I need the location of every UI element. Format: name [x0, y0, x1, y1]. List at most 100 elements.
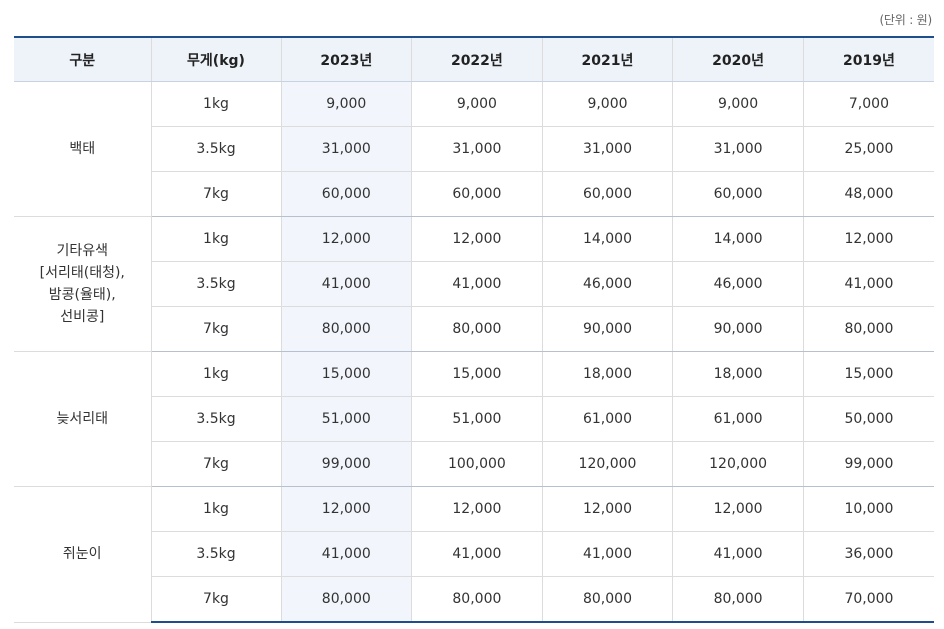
- table-row: 백태 1kg 9,000 9,000 9,000 9,000 7,000: [14, 81, 934, 217]
- price-cell-2022: 80,000: [411, 576, 543, 623]
- price-table: 구분 무게(kg) 2023년 2022년 2021년 2020년 2019년 …: [14, 36, 934, 623]
- price-cell-2023: 41,000: [280, 261, 412, 307]
- price-cell-2020: 14,000: [672, 216, 804, 262]
- category-cell: 백태: [14, 81, 151, 217]
- table-row: 7kg 99,000 100,000 120,000 120,000 99,00…: [14, 441, 934, 487]
- category-label: 기타유색: [56, 243, 109, 259]
- price-cell-2019: 25,000: [802, 126, 934, 172]
- category-label: [서리태(태청),: [39, 265, 125, 281]
- price-cell-2019: 10,000: [802, 486, 934, 532]
- price-cell-2019: 70,000: [802, 576, 934, 623]
- price-cell-2022: 51,000: [411, 396, 543, 442]
- price-cell-2020: 90,000: [672, 306, 804, 352]
- price-cell-2020: 9,000: [672, 81, 804, 127]
- price-cell-2021: 14,000: [541, 216, 673, 262]
- price-cell-2019: 41,000: [802, 261, 934, 307]
- table-body: 백태 1kg 9,000 9,000 9,000 9,000 7,000 3.5…: [14, 81, 934, 623]
- price-cell-2023: 12,000: [280, 216, 412, 262]
- category-label: 밤콩(율태),: [48, 287, 116, 303]
- price-cell-2023: 99,000: [280, 441, 412, 487]
- price-cell-2020: 120,000: [672, 441, 804, 487]
- weight-cell: 3.5kg: [150, 531, 281, 577]
- price-cell-2023: 31,000: [280, 126, 412, 172]
- table-row: 3.5kg 41,000 41,000 46,000 46,000 41,000: [14, 261, 934, 307]
- category-cell: 늦서리태: [14, 351, 151, 487]
- price-cell-2023: 80,000: [280, 576, 412, 623]
- price-cell-2022: 9,000: [411, 81, 543, 127]
- price-cell-2023: 80,000: [280, 306, 412, 352]
- price-cell-2019: 36,000: [802, 531, 934, 577]
- price-cell-2020: 31,000: [672, 126, 804, 172]
- price-cell-2023: 60,000: [280, 171, 412, 217]
- weight-cell: 7kg: [150, 576, 281, 623]
- category-label: 쥐눈이: [62, 546, 102, 563]
- category-label: 늦서리태: [56, 411, 109, 427]
- price-cell-2021: 90,000: [541, 306, 673, 352]
- unit-note: (단위 : 원): [879, 13, 932, 27]
- price-cell-2022: 100,000: [411, 441, 543, 487]
- price-cell-2020: 12,000: [672, 486, 804, 532]
- price-cell-2023: 15,000: [280, 351, 412, 397]
- weight-cell: 3.5kg: [150, 396, 281, 442]
- category-label: 선비콩]: [60, 309, 105, 325]
- price-cell-2022: 12,000: [411, 216, 543, 262]
- price-cell-2021: 41,000: [541, 531, 673, 577]
- table-row: 3.5kg 41,000 41,000 41,000 41,000 36,000: [14, 531, 934, 577]
- price-cell-2021: 46,000: [541, 261, 673, 307]
- price-cell-2021: 60,000: [541, 171, 673, 217]
- price-cell-2023: 9,000: [280, 81, 412, 127]
- column-header-2019: 2019년: [802, 36, 934, 82]
- price-cell-2021: 18,000: [541, 351, 673, 397]
- price-cell-2019: 80,000: [802, 306, 934, 352]
- price-cell-2023: 41,000: [280, 531, 412, 577]
- price-cell-2020: 46,000: [672, 261, 804, 307]
- price-cell-2019: 50,000: [802, 396, 934, 442]
- price-cell-2022: 12,000: [411, 486, 543, 532]
- price-cell-2021: 12,000: [541, 486, 673, 532]
- price-cell-2021: 80,000: [541, 576, 673, 623]
- price-cell-2023: 51,000: [280, 396, 412, 442]
- table-row: 3.5kg 31,000 31,000 31,000 31,000 25,000: [14, 126, 934, 172]
- table-row: 기타유색 [서리태(태청), 밤콩(율태), 선비콩] 1kg 12,000 1…: [14, 216, 934, 352]
- table-row: 7kg 80,000 80,000 90,000 90,000 80,000: [14, 306, 934, 352]
- price-cell-2020: 41,000: [672, 531, 804, 577]
- price-cell-2020: 60,000: [672, 171, 804, 217]
- table-header-row: 구분 무게(kg) 2023년 2022년 2021년 2020년 2019년: [14, 36, 934, 82]
- category-cell: 기타유색 [서리태(태청), 밤콩(율태), 선비콩]: [14, 216, 151, 352]
- price-cell-2022: 60,000: [411, 171, 543, 217]
- weight-cell: 3.5kg: [150, 126, 281, 172]
- price-cell-2021: 120,000: [541, 441, 673, 487]
- column-header-weight: 무게(kg): [150, 36, 281, 82]
- weight-cell: 7kg: [150, 171, 281, 217]
- table-row: 늦서리태 1kg 15,000 15,000 18,000 18,000 15,…: [14, 351, 934, 487]
- weight-cell: 1kg: [150, 351, 281, 397]
- category-cell: 쥐눈이: [14, 486, 151, 623]
- weight-cell: 1kg: [150, 216, 281, 262]
- price-cell-2020: 18,000: [672, 351, 804, 397]
- weight-cell: 1kg: [150, 81, 281, 127]
- weight-cell: 7kg: [150, 306, 281, 352]
- table-row: 7kg 80,000 80,000 80,000 80,000 70,000: [14, 576, 934, 623]
- price-cell-2019: 48,000: [802, 171, 934, 217]
- category-label: 백태: [69, 141, 96, 157]
- weight-cell: 1kg: [150, 486, 281, 532]
- column-header-category: 구분: [14, 36, 151, 82]
- price-cell-2019: 7,000: [802, 81, 934, 127]
- price-cell-2021: 31,000: [541, 126, 673, 172]
- price-cell-2022: 41,000: [411, 261, 543, 307]
- price-cell-2022: 41,000: [411, 531, 543, 577]
- table-row: 7kg 60,000 60,000 60,000 60,000 48,000: [14, 171, 934, 217]
- column-header-2022: 2022년: [411, 36, 543, 82]
- weight-cell: 7kg: [150, 441, 281, 487]
- price-cell-2021: 9,000: [541, 81, 673, 127]
- price-cell-2020: 80,000: [672, 576, 804, 623]
- price-cell-2019: 15,000: [802, 351, 934, 397]
- weight-cell: 3.5kg: [150, 261, 281, 307]
- table-row: 쥐눈이 1kg 12,000 12,000 12,000 12,000 10,0…: [14, 486, 934, 623]
- price-cell-2023: 12,000: [280, 486, 412, 532]
- price-cell-2022: 31,000: [411, 126, 543, 172]
- column-header-2021: 2021년: [541, 36, 673, 82]
- price-cell-2019: 99,000: [802, 441, 934, 487]
- price-cell-2019: 12,000: [802, 216, 934, 262]
- price-cell-2022: 15,000: [411, 351, 543, 397]
